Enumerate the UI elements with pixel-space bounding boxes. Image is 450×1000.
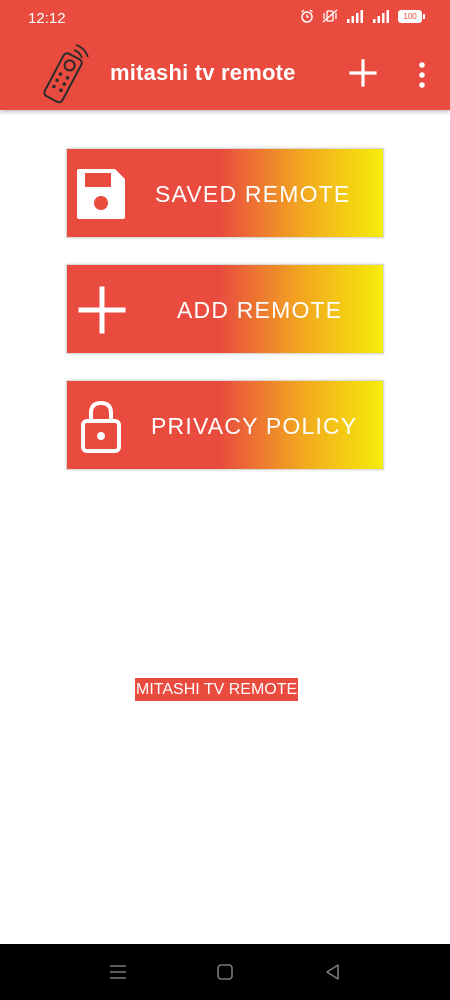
vibrate-icon [322, 9, 338, 23]
status-bar: 12:12 100 [0, 0, 450, 40]
remote-control-icon [43, 44, 89, 104]
more-vert-icon[interactable] [410, 60, 434, 90]
status-time: 12:12 [28, 10, 66, 27]
menu-icon[interactable] [107, 962, 129, 982]
app-bar: 12:12 100 mitashi tv remote [0, 0, 450, 110]
floppy-disk-icon [77, 169, 125, 219]
saved-remote-button[interactable]: SAVED REMOTE [66, 148, 384, 238]
saved-remote-label: SAVED REMOTE [155, 181, 351, 207]
navigation-bar [0, 944, 450, 1000]
battery-icon: 100 [398, 9, 425, 23]
add-remote-label: ADD REMOTE [177, 297, 343, 323]
add-icon[interactable] [346, 56, 380, 90]
footer-app-label: MITASHI TV REMOTE [135, 678, 299, 701]
back-triangle-icon[interactable] [322, 962, 344, 982]
privacy-policy-button[interactable]: PRIVACY POLICY [66, 380, 384, 470]
plus-icon [78, 286, 126, 334]
add-remote-button[interactable]: ADD REMOTE [66, 264, 384, 354]
home-square-icon[interactable] [214, 962, 236, 982]
signal-icon [373, 9, 389, 23]
privacy-policy-label: PRIVACY POLICY [151, 413, 358, 439]
lock-icon [81, 400, 121, 453]
app-title: mitashi tv remote [110, 60, 296, 85]
alarm-icon [301, 9, 313, 23]
signal-icon [347, 9, 363, 23]
status-icons: 100 [300, 9, 425, 23]
